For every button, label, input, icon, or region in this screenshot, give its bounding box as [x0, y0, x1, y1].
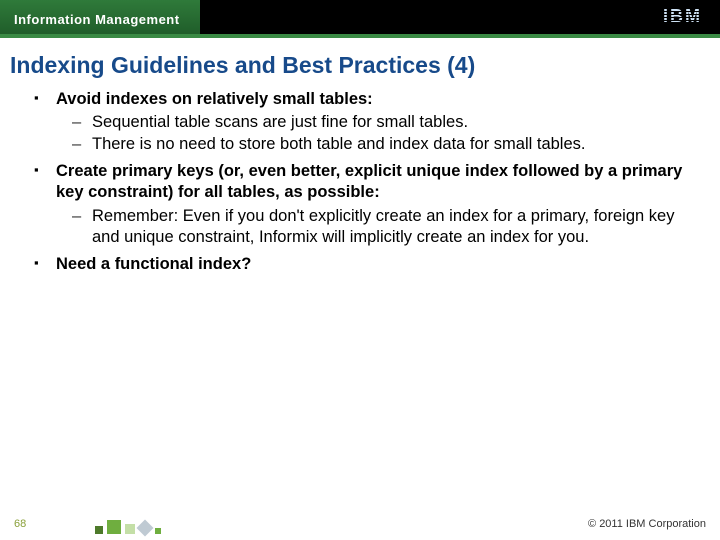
page-number: 68: [14, 518, 26, 530]
bullet-item: Need a functional index?: [32, 254, 702, 275]
sub-bullet-list: Sequential table scans are just fine for…: [56, 112, 702, 155]
footer: 68 © 2011 IBM Corporation: [0, 506, 720, 540]
slide-title: Indexing Guidelines and Best Practices (…: [0, 38, 720, 89]
sub-bullet-item: Sequential table scans are just fine for…: [70, 112, 702, 133]
sub-bullet-item: There is no need to store both table and…: [70, 134, 702, 155]
header-band: Information Management: [0, 0, 200, 38]
deco-square-icon: [107, 520, 121, 534]
slide-content: Avoid indexes on relatively small tables…: [0, 89, 720, 506]
bullet-text: Avoid indexes on relatively small tables…: [56, 90, 373, 108]
bullet-item: Create primary keys (or, even better, ex…: [32, 161, 702, 247]
sub-bullet-item: Remember: Even if you don't explicitly c…: [70, 206, 702, 248]
bullet-item: Avoid indexes on relatively small tables…: [32, 89, 702, 155]
sub-bullet-list: Remember: Even if you don't explicitly c…: [56, 206, 702, 248]
slide: Information Management IBM Indexing Guid…: [0, 0, 720, 540]
header-band-text: Information Management: [14, 12, 180, 27]
deco-square-icon: [125, 524, 135, 534]
footer-decoration: [95, 520, 161, 534]
bullet-text: Need a functional index?: [56, 255, 251, 273]
bullet-list: Avoid indexes on relatively small tables…: [32, 89, 702, 275]
deco-square-icon: [155, 528, 161, 534]
copyright-text: © 2011 IBM Corporation: [588, 518, 706, 530]
ibm-logo: IBM: [663, 6, 702, 27]
deco-square-icon: [95, 526, 103, 534]
bullet-text: Create primary keys (or, even better, ex…: [56, 162, 682, 201]
header-bar: Information Management IBM: [0, 0, 720, 38]
deco-diamond-icon: [137, 520, 154, 537]
header-accent-line: [0, 34, 720, 38]
